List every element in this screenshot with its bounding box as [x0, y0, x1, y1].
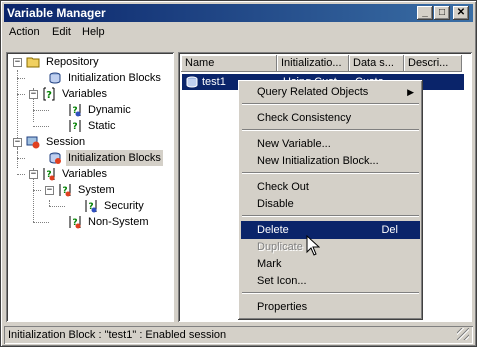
menu-item-new-variable[interactable]: New Variable...	[241, 135, 420, 153]
collapse-toggle[interactable]: −	[45, 186, 54, 195]
svg-text:?: ?	[46, 90, 52, 101]
session-icon	[26, 136, 40, 149]
init-block-icon	[49, 152, 61, 164]
tree-label: System	[78, 184, 115, 196]
non-system-variable-icon: ?	[69, 216, 81, 229]
window-title: Variable Manager	[7, 6, 106, 20]
close-button[interactable]: ✕	[453, 6, 469, 20]
collapse-toggle[interactable]: −	[13, 58, 22, 67]
collapse-toggle[interactable]: −	[29, 170, 38, 179]
menu-item-check-consistency[interactable]: Check Consistency	[241, 109, 420, 127]
column-header-name[interactable]: Name	[181, 55, 277, 72]
menu-separator	[242, 292, 419, 294]
menu-separator	[242, 103, 419, 105]
tree-label: Initialization Blocks	[66, 150, 163, 166]
collapse-toggle[interactable]: −	[13, 138, 22, 147]
tree-label: Session	[46, 136, 86, 148]
tree-item-dynamic[interactable]: ? Dynamic	[6, 102, 171, 118]
tree-label: Static	[88, 120, 116, 132]
title-bar[interactable]: Variable Manager _ □ ✕	[4, 4, 473, 22]
tree-item-security[interactable]: ? Security	[6, 198, 171, 214]
menu-item-set-icon[interactable]: Set Icon...	[241, 272, 420, 290]
menu-help[interactable]: Help	[82, 26, 105, 38]
init-block-icon	[49, 72, 61, 84]
tree-item-static[interactable]: ? Static	[6, 118, 171, 134]
menu-separator	[242, 129, 419, 131]
shortcut-label: Del	[381, 224, 398, 236]
resize-grip-icon[interactable]	[457, 328, 469, 340]
tree-item-session-init-blocks[interactable]: Initialization Blocks	[6, 150, 171, 166]
dynamic-variable-icon: ?	[69, 104, 81, 117]
maximize-button[interactable]: □	[434, 6, 450, 20]
menu-item-check-out[interactable]: Check Out	[241, 178, 420, 196]
submenu-arrow-icon: ▶	[407, 87, 414, 97]
tree-label: Non-System	[88, 216, 149, 228]
mouse-cursor-icon	[306, 235, 320, 256]
menu-edit[interactable]: Edit	[52, 26, 71, 38]
menu-item-label: Query Related Objects	[257, 86, 369, 98]
menu-item-mark[interactable]: Mark	[241, 255, 420, 273]
tree-item-repo-variables[interactable]: − ? Variables	[6, 86, 171, 102]
tree-pane[interactable]: − Repository Initialization Blocks − ? V…	[6, 52, 174, 322]
menu-separator	[242, 215, 419, 217]
menu-item-label: Delete	[257, 224, 289, 236]
menu-action[interactable]: Action	[9, 26, 40, 38]
tree-label: Repository	[46, 56, 99, 68]
variable-icon: ?	[43, 87, 55, 101]
collapse-toggle[interactable]: −	[29, 90, 38, 99]
column-header-description[interactable]: Descri...	[404, 55, 462, 72]
menu-item-new-init-block[interactable]: New Initialization Block...	[241, 152, 420, 170]
column-header-data-source[interactable]: Data s...	[349, 55, 404, 72]
init-block-icon	[186, 76, 198, 88]
tree-item-repository[interactable]: − Repository	[6, 54, 171, 70]
menu-item-delete[interactable]: Delete Del	[241, 221, 420, 239]
menu-separator	[242, 172, 419, 174]
variable-icon: ?	[43, 168, 55, 181]
tree-label: Variables	[62, 88, 108, 100]
tree-item-system[interactable]: − ? System	[6, 182, 171, 198]
system-variable-icon: ?	[59, 184, 71, 197]
status-text: Initialization Block : "test1" : Enabled…	[8, 329, 227, 341]
context-menu: Query Related Objects ▶ Check Consistenc…	[238, 80, 423, 320]
tree-label: Initialization Blocks	[68, 72, 161, 84]
svg-text:?: ?	[72, 122, 77, 132]
minimize-button[interactable]: _	[417, 6, 433, 20]
cell-name: test1	[202, 76, 226, 88]
tree-label: Security	[104, 200, 144, 212]
tree-label: Dynamic	[88, 104, 131, 116]
menu-item-properties[interactable]: Properties	[241, 298, 420, 316]
variable-manager-window: Variable Manager _ □ ✕ Action Edit Help …	[0, 0, 477, 347]
tree-item-repo-init-blocks[interactable]: Initialization Blocks	[6, 70, 171, 86]
tree-item-non-system[interactable]: ? Non-System	[6, 214, 171, 230]
folder-icon	[26, 57, 40, 68]
status-bar: Initialization Block : "test1" : Enabled…	[4, 326, 473, 344]
menu-item-duplicate: Duplicate	[257, 241, 303, 253]
security-variable-icon: ?	[85, 200, 97, 213]
menu-item-disable[interactable]: Disable	[241, 195, 420, 213]
tree-item-session-variables[interactable]: − ? Variables	[6, 166, 171, 182]
menu-item-query-related-objects[interactable]: Query Related Objects ▶	[241, 83, 420, 101]
tree-label: Variables	[62, 168, 108, 180]
column-header-initialization[interactable]: Initializatio...	[277, 55, 349, 72]
static-variable-icon: ?	[69, 120, 81, 132]
tree-item-session[interactable]: − Session	[6, 134, 171, 150]
